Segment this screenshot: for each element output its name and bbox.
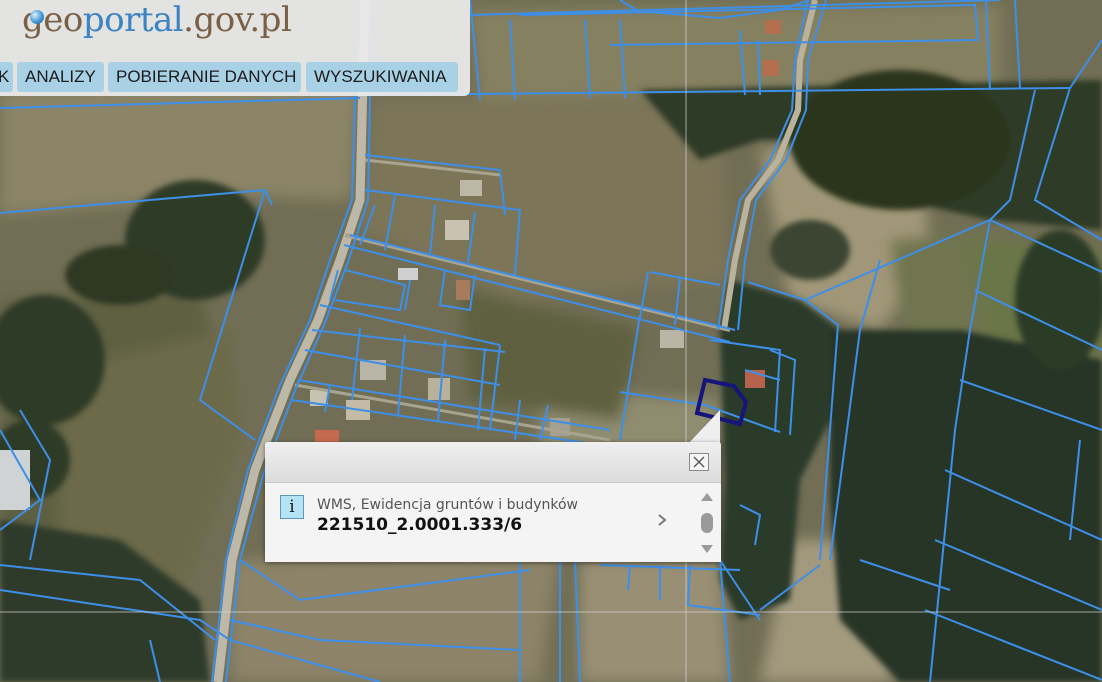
nav-item-pobieranie-danych[interactable]: POBIERANIE DANYCH: [108, 62, 301, 92]
scroll-down-icon[interactable]: [701, 545, 713, 553]
nav-item-partial[interactable]: K: [0, 62, 13, 92]
chevron-right-icon[interactable]: [655, 511, 669, 529]
parcel-id[interactable]: 221510_2.0001.333/6: [317, 515, 522, 535]
nav-item-wyszukiwania[interactable]: WYSZUKIWANIA: [306, 62, 458, 92]
close-button[interactable]: [689, 453, 709, 471]
close-icon: [693, 456, 705, 468]
layer-name: WMS, Ewidencja gruntów i budynków: [317, 497, 578, 513]
popup-header: [265, 442, 721, 483]
popup-scrollbar[interactable]: [696, 487, 718, 559]
geoportal-logo[interactable]: geoportal.gov.pl: [22, 0, 292, 40]
logo-text-portal: portal: [82, 0, 184, 40]
map-view[interactable]: [0, 0, 1102, 682]
logo-text-domain: .gov.pl: [183, 0, 292, 40]
info-icon: i: [280, 495, 304, 519]
popup-body: i WMS, Ewidencja gruntów i budynków 2215…: [265, 483, 721, 562]
nav-item-analizy[interactable]: ANALIZY: [17, 62, 104, 92]
site-header: geoportal.gov.pl K ANALIZY POBIERANIE DA…: [0, 0, 470, 96]
scroll-thumb[interactable]: [701, 513, 713, 533]
feature-info-popup: i WMS, Ewidencja gruntów i budynków 2215…: [265, 442, 721, 562]
scroll-up-icon[interactable]: [701, 493, 713, 501]
globe-icon: [30, 10, 44, 24]
